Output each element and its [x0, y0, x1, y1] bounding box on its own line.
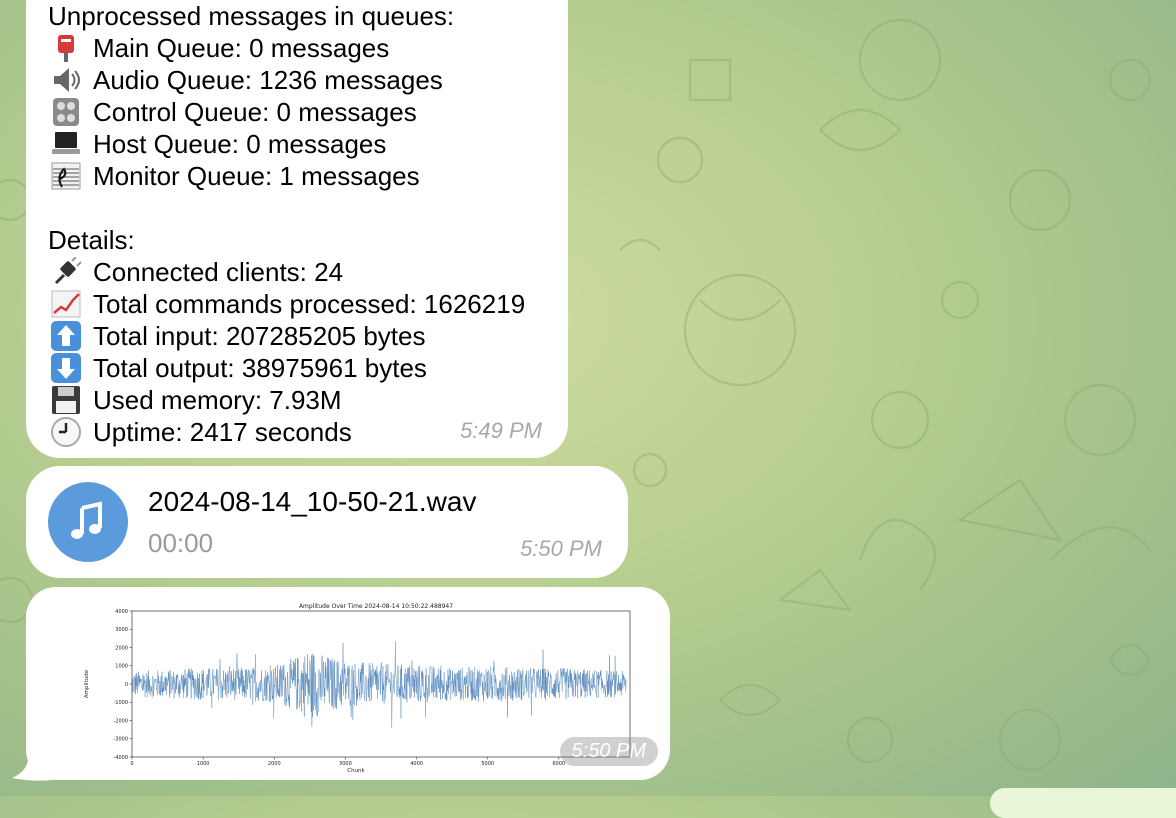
chart-increasing-icon [48, 289, 84, 319]
chart-image-bubble[interactable]: Amplitude Over Time 2024-08-14 10:50:22.… [26, 587, 670, 780]
music-note-icon [71, 501, 102, 539]
status-line-blank [48, 192, 525, 224]
chart-xlabel: Chunk [347, 768, 365, 774]
control-knobs-icon [48, 97, 84, 127]
chart-ytick-label: -3000 [113, 737, 128, 743]
chart-ytick-label: 0 [125, 682, 128, 688]
status-message-lines: Unprocessed messages in queues: Main Que… [48, 0, 525, 448]
status-message-bubble[interactable]: Unprocessed messages in queues: Main Que… [26, 0, 568, 458]
status-line-uptime: Uptime: 2417 seconds [48, 416, 525, 448]
chart-ytick-label: -1000 [113, 700, 128, 706]
audio-play-button[interactable] [48, 482, 128, 562]
status-line-details: Details: [48, 225, 135, 255]
postbox-icon [48, 33, 84, 63]
audio-file-name[interactable]: 2024-08-14_10-50-21.wav [148, 486, 476, 518]
status-line-main-queue: Main Queue: 0 messages [48, 32, 525, 64]
audio-duration: 00:00 [148, 528, 214, 558]
chart-xtick-label: 0 [130, 761, 133, 767]
status-line-commands: Total commands processed: 1626219 [48, 288, 525, 320]
chart-ytick-label: 2000 [115, 645, 128, 651]
status-line-audio-queue: Audio Queue: 1236 messages [48, 64, 525, 96]
chart-ytick-label: -4000 [113, 755, 128, 761]
message-time: 5:50 PM [520, 536, 602, 561]
status-line-host-queue: Host Queue: 0 messages [48, 128, 525, 160]
bubble-tail [12, 760, 52, 781]
chart-xtick-label: 3000 [339, 761, 352, 767]
speaker-icon [48, 65, 84, 95]
chart-title: Amplitude Over Time 2024-08-14 10:50:22.… [299, 603, 453, 610]
status-line-control-queue: Control Queue: 0 messages [48, 96, 525, 128]
chart-xtick-label: 2000 [268, 761, 281, 767]
status-line-output: Total output: 38975961 bytes [48, 352, 525, 384]
chart-xtick-label: 6000 [552, 761, 565, 767]
chart-ylabel: Amplitude [84, 669, 90, 698]
floppy-disk-icon [48, 385, 84, 415]
chart-ytick-label: 1000 [115, 664, 128, 670]
next-message-bubble-edge [990, 788, 1176, 818]
chart-xtick-label: 5000 [481, 761, 494, 767]
status-line-monitor-queue: Monitor Queue: 1 messages [48, 160, 525, 192]
clock-icon [48, 417, 84, 447]
down-arrow-icon [48, 353, 84, 383]
chart-ytick-label: 4000 [115, 609, 128, 615]
laptop-icon [48, 129, 84, 159]
electric-plug-icon [48, 257, 84, 287]
chart-xtick-label: 4000 [410, 761, 423, 767]
chart-xtick-label: 1000 [197, 761, 210, 767]
musical-score-icon [48, 161, 84, 191]
message-time: 5:49 PM [460, 418, 542, 443]
status-line-header: Unprocessed messages in queues: [48, 1, 455, 31]
chart-ytick-label: 3000 [115, 627, 128, 633]
chart-ytick-label: -2000 [113, 718, 128, 724]
audio-message-bubble[interactable]: 2024-08-14_10-50-21.wav 00:00 5:50 PM [26, 466, 628, 578]
status-line-memory: Used memory: 7.93M [48, 384, 525, 416]
up-arrow-icon [48, 321, 84, 351]
status-line-input: Total input: 207285205 bytes [48, 320, 525, 352]
message-time: 5:50 PM [559, 737, 658, 766]
status-line-clients: Connected clients: 24 [48, 256, 525, 288]
